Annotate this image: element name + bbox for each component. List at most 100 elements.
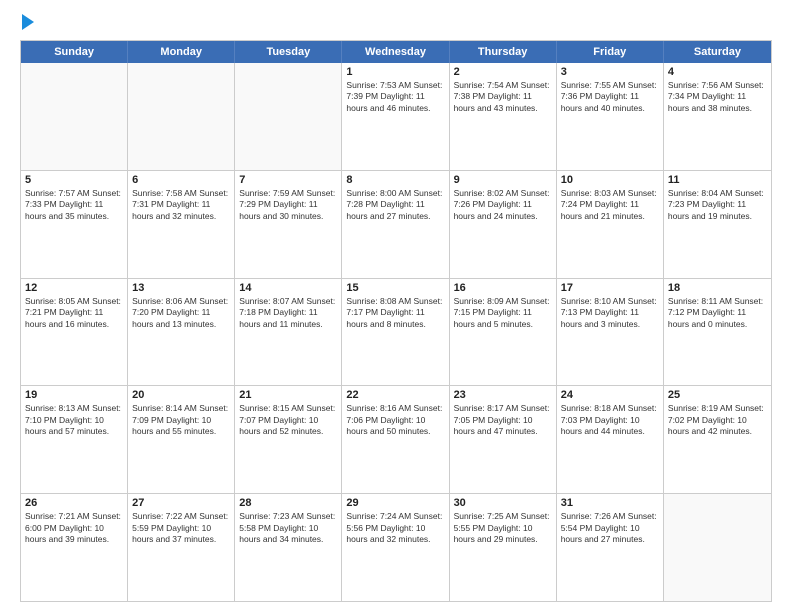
empty-cell: [21, 63, 128, 170]
day-number: 20: [132, 389, 230, 401]
day-number: 17: [561, 282, 659, 294]
day-info: Sunrise: 8:07 AM Sunset: 7:18 PM Dayligh…: [239, 296, 337, 330]
day-info: Sunrise: 8:17 AM Sunset: 7:05 PM Dayligh…: [454, 403, 552, 437]
day-cell-2: 2 Sunrise: 7:54 AM Sunset: 7:38 PM Daylig…: [450, 63, 557, 170]
day-info: Sunrise: 8:13 AM Sunset: 7:10 PM Dayligh…: [25, 403, 123, 437]
day-cell-18: 18 Sunrise: 8:11 AM Sunset: 7:12 PM Dayli…: [664, 279, 771, 386]
page-container: SundayMondayTuesdayWednesdayThursdayFrid…: [0, 0, 792, 612]
day-cell-17: 17 Sunrise: 8:10 AM Sunset: 7:13 PM Dayli…: [557, 279, 664, 386]
day-number: 2: [454, 66, 552, 78]
day-info: Sunrise: 8:11 AM Sunset: 7:12 PM Dayligh…: [668, 296, 767, 330]
day-cell-6: 6 Sunrise: 7:58 AM Sunset: 7:31 PM Daylig…: [128, 171, 235, 278]
day-number: 1: [346, 66, 444, 78]
day-info: Sunrise: 7:25 AM Sunset: 5:55 PM Dayligh…: [454, 511, 552, 545]
day-cell-1: 1 Sunrise: 7:53 AM Sunset: 7:39 PM Daylig…: [342, 63, 449, 170]
calendar-body: 1 Sunrise: 7:53 AM Sunset: 7:39 PM Daylig…: [21, 63, 771, 601]
day-cell-26: 26 Sunrise: 7:21 AM Sunset: 6:00 PM Dayli…: [21, 494, 128, 601]
day-info: Sunrise: 8:06 AM Sunset: 7:20 PM Dayligh…: [132, 296, 230, 330]
day-number: 7: [239, 174, 337, 186]
day-cell-13: 13 Sunrise: 8:06 AM Sunset: 7:20 PM Dayli…: [128, 279, 235, 386]
calendar-row-3: 12Sunrise: 8:05 AM Sunset: 7:21 PM Dayli…: [21, 278, 771, 386]
day-cell-5: 5 Sunrise: 7:57 AM Sunset: 7:33 PM Daylig…: [21, 171, 128, 278]
day-cell-9: 9Sunrise: 8:02 AM Sunset: 7:26 PM Daylig…: [450, 171, 557, 278]
day-cell-21: 21Sunrise: 8:15 AM Sunset: 7:07 PM Dayli…: [235, 386, 342, 493]
day-info: Sunrise: 8:04 AM Sunset: 7:23 PM Dayligh…: [668, 188, 767, 222]
day-number: 3: [561, 66, 659, 78]
day-info: Sunrise: 7:24 AM Sunset: 5:56 PM Dayligh…: [346, 511, 444, 545]
day-number: 30: [454, 497, 552, 509]
day-number: 29: [346, 497, 444, 509]
day-number: 16: [454, 282, 552, 294]
day-number: 24: [561, 389, 659, 401]
day-info: Sunrise: 7:57 AM Sunset: 7:33 PM Dayligh…: [25, 188, 123, 222]
day-info: Sunrise: 8:16 AM Sunset: 7:06 PM Dayligh…: [346, 403, 444, 437]
day-number: 28: [239, 497, 337, 509]
day-number: 25: [668, 389, 767, 401]
day-info: Sunrise: 7:56 AM Sunset: 7:34 PM Dayligh…: [668, 80, 767, 114]
day-info: Sunrise: 7:23 AM Sunset: 5:58 PM Dayligh…: [239, 511, 337, 545]
day-number: 10: [561, 174, 659, 186]
day-cell-24: 24 Sunrise: 8:18 AM Sunset: 7:03 PM Dayli…: [557, 386, 664, 493]
day-number: 8: [346, 174, 444, 186]
day-info: Sunrise: 8:00 AM Sunset: 7:28 PM Dayligh…: [346, 188, 444, 222]
day-cell-19: 19Sunrise: 8:13 AM Sunset: 7:10 PM Dayli…: [21, 386, 128, 493]
day-number: 9: [454, 174, 552, 186]
day-info: Sunrise: 7:53 AM Sunset: 7:39 PM Dayligh…: [346, 80, 444, 114]
day-header-monday: Monday: [128, 41, 235, 63]
day-cell-28: 28 Sunrise: 7:23 AM Sunset: 5:58 PM Dayli…: [235, 494, 342, 601]
day-header-saturday: Saturday: [664, 41, 771, 63]
empty-cell: [664, 494, 771, 601]
day-cell-20: 20Sunrise: 8:14 AM Sunset: 7:09 PM Dayli…: [128, 386, 235, 493]
day-info: Sunrise: 7:58 AM Sunset: 7:31 PM Dayligh…: [132, 188, 230, 222]
day-info: Sunrise: 8:18 AM Sunset: 7:03 PM Dayligh…: [561, 403, 659, 437]
logo: [20, 16, 34, 30]
day-number: 27: [132, 497, 230, 509]
day-info: Sunrise: 8:09 AM Sunset: 7:15 PM Dayligh…: [454, 296, 552, 330]
day-number: 4: [668, 66, 767, 78]
day-info: Sunrise: 8:19 AM Sunset: 7:02 PM Dayligh…: [668, 403, 767, 437]
day-number: 11: [668, 174, 767, 186]
empty-cell: [128, 63, 235, 170]
day-cell-30: 30 Sunrise: 7:25 AM Sunset: 5:55 PM Dayli…: [450, 494, 557, 601]
header: [20, 16, 772, 30]
day-number: 14: [239, 282, 337, 294]
calendar-header: SundayMondayTuesdayWednesdayThursdayFrid…: [21, 41, 771, 63]
day-cell-10: 10 Sunrise: 8:03 AM Sunset: 7:24 PM Dayli…: [557, 171, 664, 278]
day-info: Sunrise: 7:26 AM Sunset: 5:54 PM Dayligh…: [561, 511, 659, 545]
logo-arrow-icon: [22, 14, 34, 30]
day-number: 5: [25, 174, 123, 186]
day-info: Sunrise: 7:54 AM Sunset: 7:38 PM Dayligh…: [454, 80, 552, 114]
day-info: Sunrise: 8:08 AM Sunset: 7:17 PM Dayligh…: [346, 296, 444, 330]
day-number: 23: [454, 389, 552, 401]
day-info: Sunrise: 7:59 AM Sunset: 7:29 PM Dayligh…: [239, 188, 337, 222]
day-cell-7: 7 Sunrise: 7:59 AM Sunset: 7:29 PM Daylig…: [235, 171, 342, 278]
day-number: 31: [561, 497, 659, 509]
day-info: Sunrise: 8:15 AM Sunset: 7:07 PM Dayligh…: [239, 403, 337, 437]
day-cell-11: 11 Sunrise: 8:04 AM Sunset: 7:23 PM Dayli…: [664, 171, 771, 278]
calendar: SundayMondayTuesdayWednesdayThursdayFrid…: [20, 40, 772, 602]
day-info: Sunrise: 7:21 AM Sunset: 6:00 PM Dayligh…: [25, 511, 123, 545]
day-info: Sunrise: 8:05 AM Sunset: 7:21 PM Dayligh…: [25, 296, 123, 330]
day-cell-22: 22 Sunrise: 8:16 AM Sunset: 7:06 PM Dayli…: [342, 386, 449, 493]
day-number: 22: [346, 389, 444, 401]
day-number: 13: [132, 282, 230, 294]
day-cell-25: 25 Sunrise: 8:19 AM Sunset: 7:02 PM Dayli…: [664, 386, 771, 493]
calendar-row-5: 26 Sunrise: 7:21 AM Sunset: 6:00 PM Dayli…: [21, 493, 771, 601]
day-info: Sunrise: 8:10 AM Sunset: 7:13 PM Dayligh…: [561, 296, 659, 330]
day-cell-8: 8 Sunrise: 8:00 AM Sunset: 7:28 PM Daylig…: [342, 171, 449, 278]
calendar-row-1: 1 Sunrise: 7:53 AM Sunset: 7:39 PM Daylig…: [21, 63, 771, 170]
day-number: 18: [668, 282, 767, 294]
day-header-friday: Friday: [557, 41, 664, 63]
calendar-row-2: 5 Sunrise: 7:57 AM Sunset: 7:33 PM Daylig…: [21, 170, 771, 278]
day-info: Sunrise: 8:03 AM Sunset: 7:24 PM Dayligh…: [561, 188, 659, 222]
day-cell-29: 29 Sunrise: 7:24 AM Sunset: 5:56 PM Dayli…: [342, 494, 449, 601]
day-info: Sunrise: 7:22 AM Sunset: 5:59 PM Dayligh…: [132, 511, 230, 545]
day-header-wednesday: Wednesday: [342, 41, 449, 63]
calendar-row-4: 19Sunrise: 8:13 AM Sunset: 7:10 PM Dayli…: [21, 385, 771, 493]
day-cell-15: 15Sunrise: 8:08 AM Sunset: 7:17 PM Dayli…: [342, 279, 449, 386]
day-cell-27: 27 Sunrise: 7:22 AM Sunset: 5:59 PM Dayli…: [128, 494, 235, 601]
day-number: 26: [25, 497, 123, 509]
day-cell-14: 14 Sunrise: 8:07 AM Sunset: 7:18 PM Dayli…: [235, 279, 342, 386]
day-number: 6: [132, 174, 230, 186]
day-header-tuesday: Tuesday: [235, 41, 342, 63]
